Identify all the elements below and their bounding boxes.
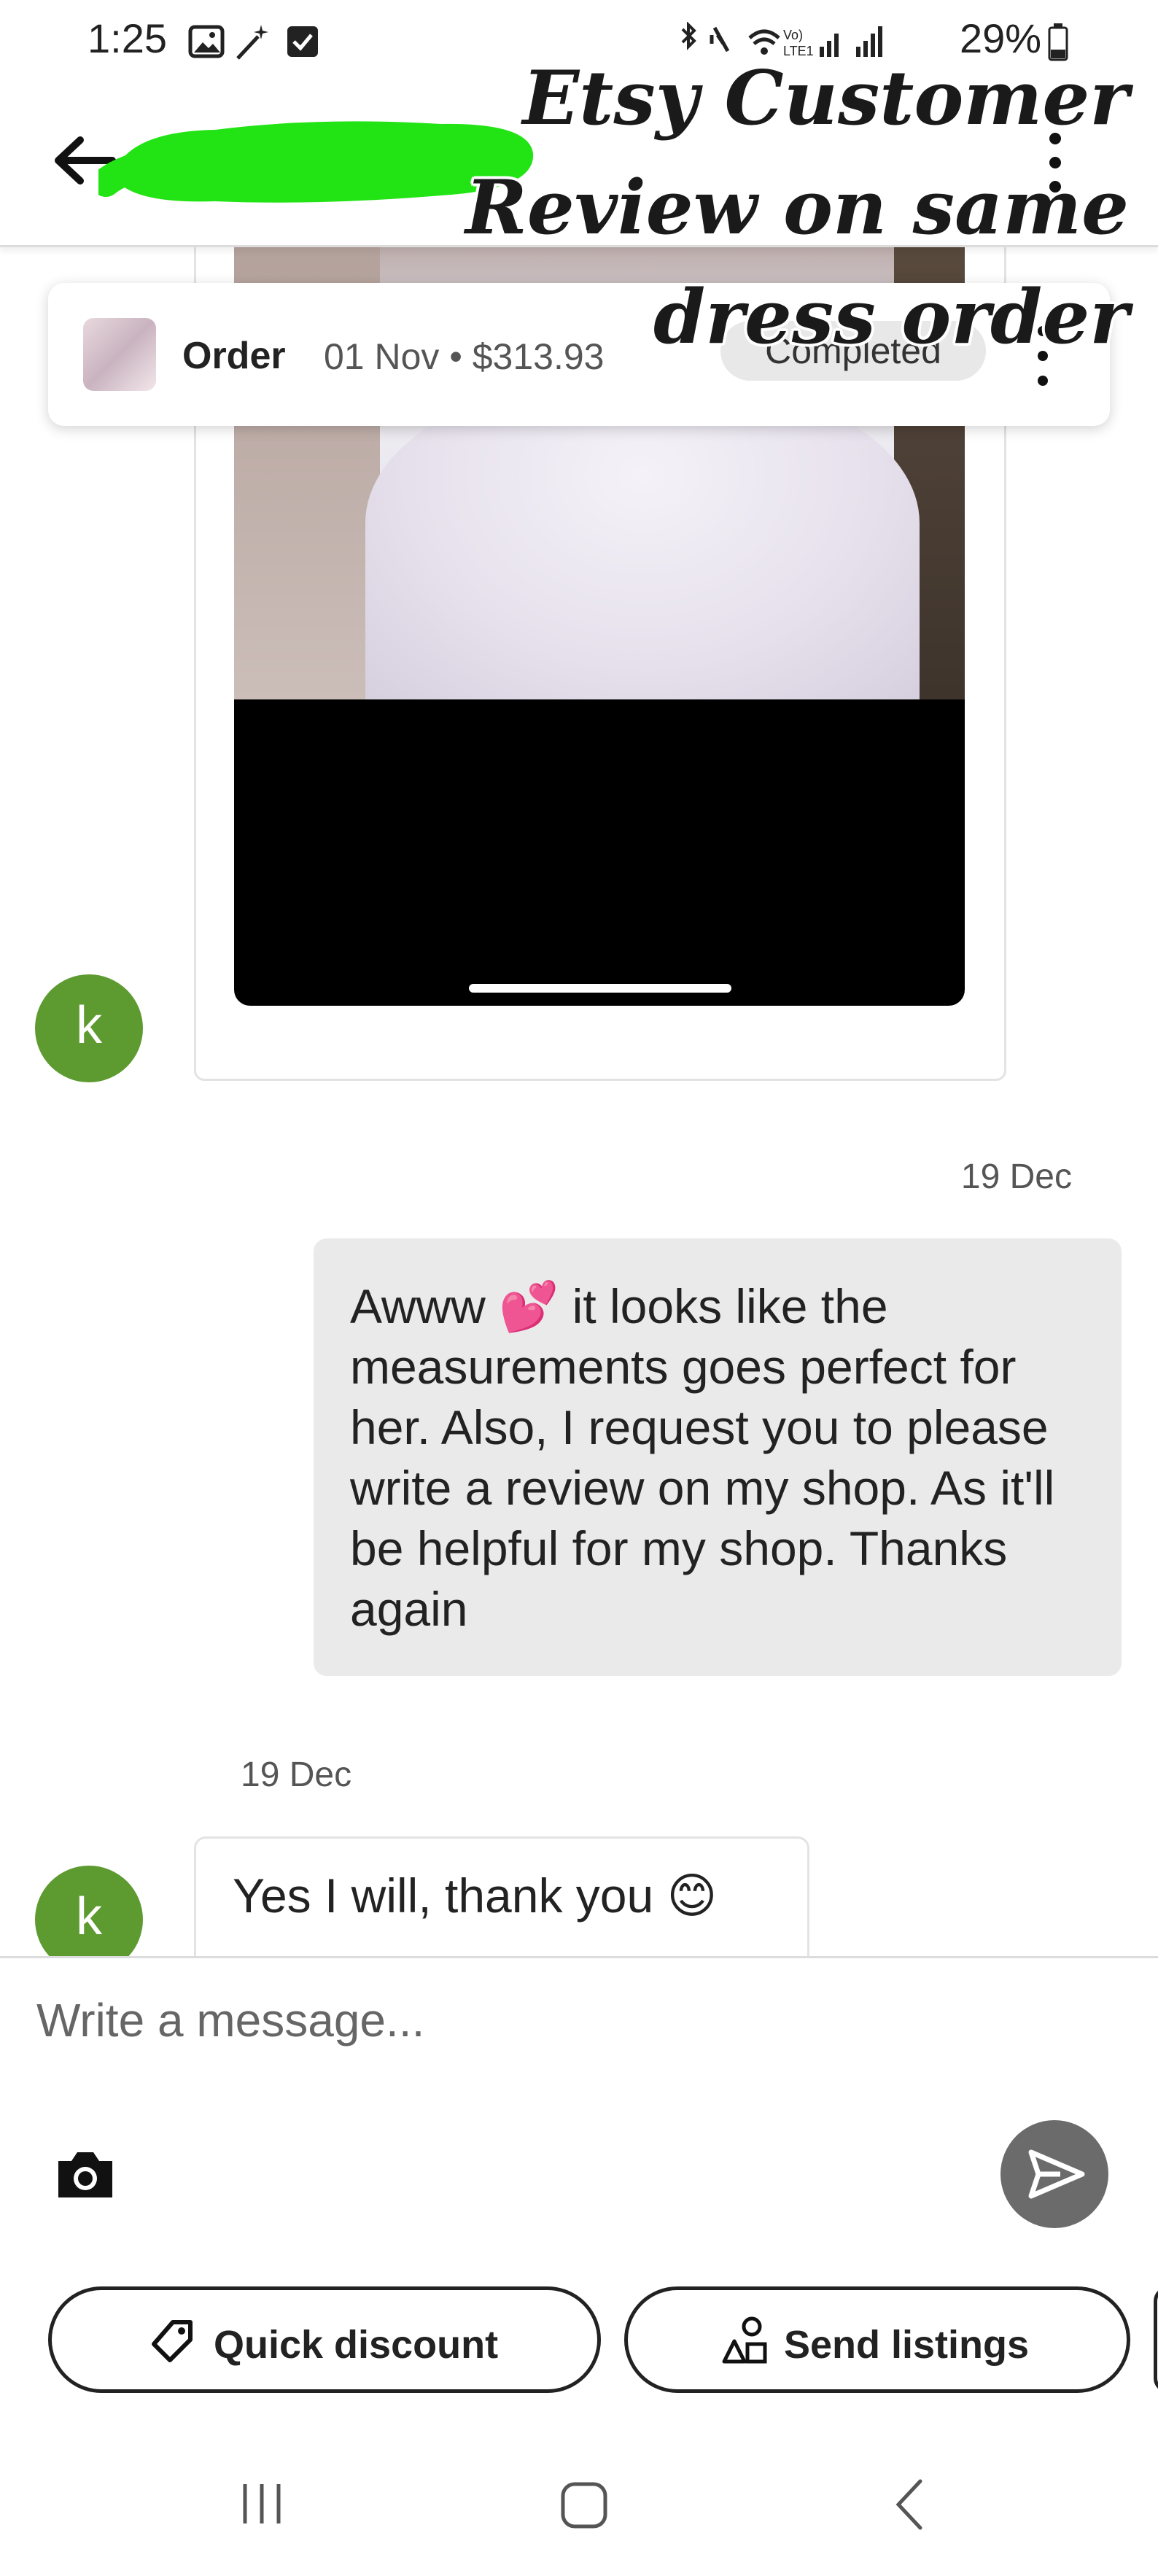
- message-date: 19 Dec: [960, 1157, 1072, 1196]
- order-label: Order: [182, 335, 286, 377]
- avatar[interactable]: k: [35, 1866, 143, 1956]
- camera-icon[interactable]: [54, 2148, 117, 2202]
- conversation-thread[interactable]: k 19 Dec Awww 💕 it looks like the measur…: [0, 245, 1158, 1956]
- send-listings-button[interactable]: Send listings: [624, 2286, 1130, 2393]
- back-icon[interactable]: [891, 2477, 928, 2532]
- svg-text:Vo): Vo): [783, 28, 803, 42]
- checkbox-notification-icon: [287, 26, 318, 57]
- send-listings-label: Send listings: [784, 2323, 1030, 2367]
- system-nav-bar: [0, 2436, 1158, 2574]
- shapes-icon: [722, 2316, 767, 2364]
- tag-icon: [152, 2320, 193, 2362]
- home-icon[interactable]: [559, 2480, 610, 2531]
- status-time: 1:25: [88, 15, 167, 61]
- gallery-notification-icon: [188, 25, 225, 58]
- send-button[interactable]: [1000, 2120, 1108, 2228]
- quick-discount-label: Quick discount: [214, 2323, 499, 2367]
- avatar[interactable]: k: [35, 974, 143, 1082]
- magic-wand-notification-icon: [236, 25, 268, 60]
- photo-dress: [365, 379, 920, 699]
- overlay-caption: Etsy Customer Review on same dress order: [465, 55, 1129, 361]
- order-thumbnail: [83, 318, 156, 391]
- kebab-icon[interactable]: [1044, 130, 1066, 195]
- recent-apps-icon[interactable]: [238, 2480, 286, 2528]
- photo-home-indicator: [469, 984, 731, 993]
- outgoing-message[interactable]: Awww 💕 it looks like the measurements go…: [314, 1238, 1122, 1676]
- quick-discount-button[interactable]: Quick discount: [48, 2286, 601, 2393]
- incoming-message[interactable]: Yes I will, thank you 😊: [194, 1836, 809, 1956]
- more-actions-button[interactable]: [1154, 2286, 1158, 2393]
- send-icon: [1028, 2149, 1085, 2199]
- message-date: 19 Dec: [241, 1756, 352, 1794]
- message-input[interactable]: [36, 1987, 1057, 2053]
